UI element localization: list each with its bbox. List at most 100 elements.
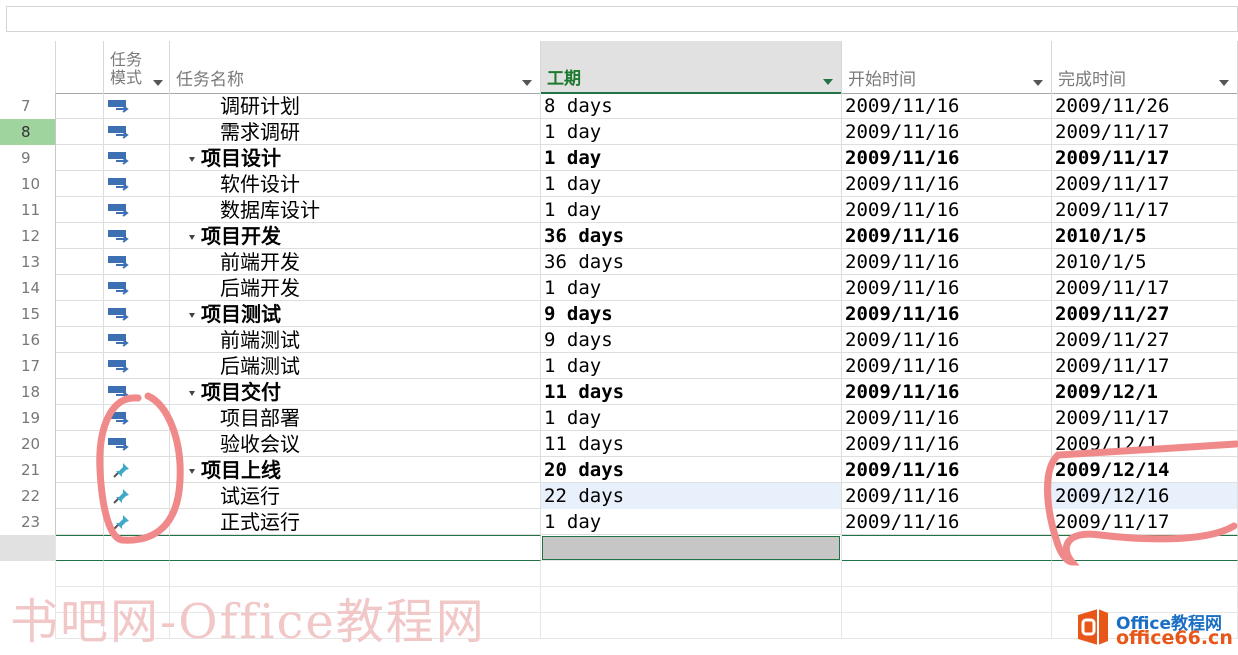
chevron-down-icon[interactable] (1219, 80, 1229, 86)
mode-cell[interactable] (104, 93, 170, 119)
task-name-cell[interactable]: 后端开发 (170, 275, 541, 301)
row-id-cell[interactable]: 22 (0, 483, 56, 509)
start-cell[interactable]: 2009/11/16 (842, 249, 1052, 275)
row-id-cell[interactable]: 7 (0, 93, 56, 119)
mode-cell[interactable] (104, 119, 170, 145)
finish-cell[interactable]: 2009/11/17 (1052, 405, 1238, 431)
duration-cell[interactable]: 9 days (541, 327, 842, 353)
mode-cell[interactable] (104, 431, 170, 457)
collapse-triangle-icon[interactable] (189, 391, 195, 396)
duration-cell[interactable]: 1 day (541, 275, 842, 301)
row-id-cell[interactable]: 19 (0, 405, 56, 431)
start-cell[interactable]: 2009/11/16 (842, 353, 1052, 379)
row-id-cell[interactable]: 21 (0, 457, 56, 483)
task-name-cell[interactable]: 软件设计 (170, 171, 541, 197)
mode-cell[interactable] (104, 535, 170, 561)
header-finish[interactable]: 完成时间 (1052, 41, 1238, 94)
task-name-cell[interactable]: 项目测试 (170, 301, 541, 327)
duration-cell[interactable]: 1 day (541, 405, 842, 431)
mode-cell[interactable] (104, 197, 170, 223)
duration-cell[interactable]: 20 days (541, 457, 842, 483)
finish-cell[interactable]: 2009/12/1 (1052, 379, 1238, 405)
finish-cell[interactable]: 2009/12/16 (1052, 483, 1238, 509)
table-row[interactable]: 18 项目交付 11 days 2009/11/16 2009/12/1 (0, 379, 1238, 405)
header-select-all[interactable] (0, 41, 56, 94)
finish-cell[interactable]: 2010/1/5 (1052, 223, 1238, 249)
finish-cell[interactable]: 2009/11/17 (1052, 197, 1238, 223)
finish-cell[interactable]: 2009/11/17 (1052, 145, 1238, 171)
chevron-down-icon[interactable] (1033, 80, 1043, 86)
finish-cell[interactable]: 2009/11/17 (1052, 275, 1238, 301)
row-id-cell[interactable]: 10 (0, 171, 56, 197)
start-cell[interactable]: 2009/11/16 (842, 405, 1052, 431)
mode-cell[interactable] (104, 249, 170, 275)
duration-cell[interactable]: 8 days (541, 93, 842, 119)
finish-cell[interactable]: 2009/11/17 (1052, 353, 1238, 379)
task-name-cell[interactable]: 前端开发 (170, 249, 541, 275)
chevron-down-icon[interactable] (522, 80, 532, 86)
finish-cell[interactable] (1052, 535, 1238, 561)
mode-cell[interactable] (104, 327, 170, 353)
mode-cell[interactable] (104, 483, 170, 509)
collapse-triangle-icon[interactable] (189, 235, 195, 240)
start-cell[interactable]: 2009/11/16 (842, 145, 1052, 171)
finish-cell[interactable]: 2009/11/17 (1052, 171, 1238, 197)
table-row[interactable]: 15 项目测试 9 days 2009/11/16 2009/11/27 (0, 301, 1238, 327)
table-row[interactable]: 20 验收会议 11 days 2009/11/16 2009/12/1 (0, 431, 1238, 457)
mode-cell[interactable] (104, 275, 170, 301)
mode-cell[interactable] (104, 301, 170, 327)
duration-cell[interactable]: 11 days (541, 379, 842, 405)
task-name-cell[interactable]: 正式运行 (170, 509, 541, 535)
task-name-cell[interactable]: 项目部署 (170, 405, 541, 431)
start-cell[interactable]: 2009/11/16 (842, 327, 1052, 353)
finish-cell[interactable]: 2009/11/27 (1052, 327, 1238, 353)
duration-cell[interactable]: 36 days (541, 223, 842, 249)
collapse-triangle-icon[interactable] (189, 469, 195, 474)
task-name-cell[interactable]: 项目设计 (170, 145, 541, 171)
row-id-cell[interactable]: 8 (0, 119, 56, 145)
row-id-cell[interactable]: 23 (0, 509, 56, 535)
table-row[interactable]: 7 调研计划 8 days 2009/11/16 2009/11/26 (0, 93, 1238, 119)
table-row[interactable]: 21 项目上线 20 days 2009/11/16 2009/12/14 (0, 457, 1238, 483)
collapse-triangle-icon[interactable] (189, 313, 195, 318)
header-start[interactable]: 开始时间 (842, 41, 1052, 94)
table-row[interactable]: 23 正式运行 1 day 2009/11/16 2009/11/17 (0, 509, 1238, 535)
task-name-cell[interactable]: 后端测试 (170, 353, 541, 379)
mode-cell[interactable] (104, 457, 170, 483)
table-row[interactable]: 22 试运行 22 days 2009/11/16 2009/12/16 (0, 483, 1238, 509)
mode-cell[interactable] (104, 223, 170, 249)
start-cell[interactable]: 2009/11/16 (842, 301, 1052, 327)
duration-cell[interactable]: 1 day (541, 197, 842, 223)
row-id-cell[interactable] (0, 535, 56, 561)
start-cell[interactable] (842, 535, 1052, 561)
header-task-mode[interactable]: 任务 模式 (104, 41, 170, 94)
chevron-down-icon[interactable] (823, 79, 833, 85)
task-name-cell[interactable]: 项目开发 (170, 223, 541, 249)
finish-cell[interactable]: 2009/11/17 (1052, 119, 1238, 145)
task-name-cell[interactable]: 前端测试 (170, 327, 541, 353)
task-name-cell[interactable]: 验收会议 (170, 431, 541, 457)
mode-cell[interactable] (104, 379, 170, 405)
new-task-row[interactable] (0, 535, 1238, 561)
entry-field[interactable] (6, 6, 1238, 32)
start-cell[interactable]: 2009/11/16 (842, 93, 1052, 119)
duration-cell-selected[interactable] (541, 535, 842, 561)
start-cell[interactable]: 2009/11/16 (842, 171, 1052, 197)
header-indicators[interactable]: i (56, 41, 145, 94)
row-id-cell[interactable]: 11 (0, 197, 56, 223)
table-row[interactable]: 8 需求调研 1 day 2009/11/16 2009/11/17 (0, 119, 1238, 145)
row-id-cell[interactable]: 16 (0, 327, 56, 353)
row-id-cell[interactable]: 18 (0, 379, 56, 405)
start-cell[interactable]: 2009/11/16 (842, 197, 1052, 223)
table-row[interactable]: 13 前端开发 36 days 2009/11/16 2010/1/5 (0, 249, 1238, 275)
start-cell[interactable]: 2009/11/16 (842, 119, 1052, 145)
table-row[interactable]: 10 软件设计 1 day 2009/11/16 2009/11/17 (0, 171, 1238, 197)
task-name-cell[interactable]: 调研计划 (170, 93, 541, 119)
task-name-cell[interactable]: 数据库设计 (170, 197, 541, 223)
task-name-cell[interactable]: 项目交付 (170, 379, 541, 405)
finish-cell[interactable]: 2009/11/27 (1052, 301, 1238, 327)
duration-cell[interactable]: 1 day (541, 145, 842, 171)
duration-cell[interactable]: 1 day (541, 353, 842, 379)
mode-cell[interactable] (104, 353, 170, 379)
row-id-cell[interactable]: 20 (0, 431, 56, 457)
